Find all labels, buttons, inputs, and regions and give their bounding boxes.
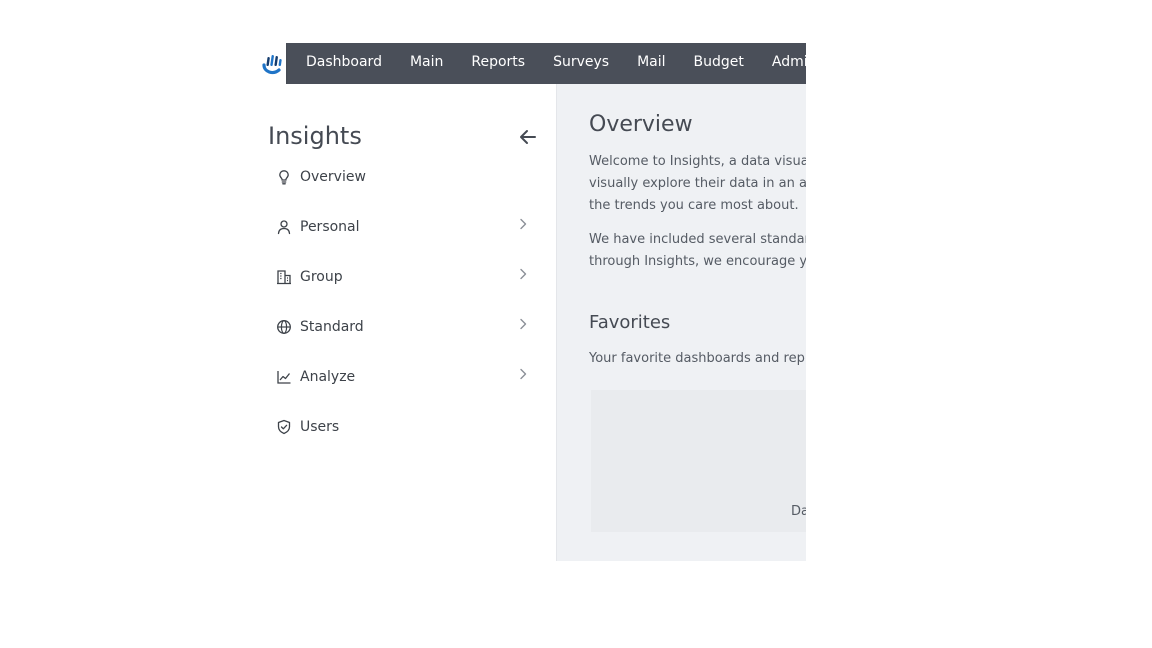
sidebar-menu: Overview Personal Group Standard Analyze… xyxy=(258,164,556,464)
page-title: Overview xyxy=(589,112,693,137)
sidebar: Insights Overview Personal Group Standar… xyxy=(258,84,557,561)
building-icon xyxy=(277,270,291,285)
nav-admin[interactable]: Admin xyxy=(758,43,806,84)
insights-hand-logo-icon xyxy=(262,54,282,74)
chevron-right-icon xyxy=(520,218,527,230)
chevron-right-icon xyxy=(520,268,527,280)
arrow-left-icon[interactable] xyxy=(518,127,538,147)
sidebar-item-label: Users xyxy=(300,419,340,435)
sidebar-item-label: Group xyxy=(300,269,343,285)
sidebar-item-users[interactable]: Users xyxy=(258,414,556,464)
globe-icon xyxy=(277,320,291,334)
nav-main[interactable]: Main xyxy=(396,43,457,84)
nav-budget[interactable]: Budget xyxy=(680,43,758,84)
sidebar-item-standard[interactable]: Standard xyxy=(258,314,556,364)
shield-check-icon xyxy=(277,419,291,435)
favorites-description: Your favorite dashboards and rep xyxy=(589,351,805,366)
sidebar-title: Insights xyxy=(268,122,362,150)
logo[interactable] xyxy=(258,43,286,84)
person-icon xyxy=(277,220,291,235)
intro-text-line: the trends you care most about. xyxy=(589,198,799,213)
sidebar-item-label: Standard xyxy=(300,319,364,335)
favorites-heading: Favorites xyxy=(589,312,671,333)
nav-surveys[interactable]: Surveys xyxy=(539,43,623,84)
top-nav-menu: Dashboard Main Reports Surveys Mail Budg… xyxy=(286,43,806,84)
sidebar-item-label: Personal xyxy=(300,219,360,235)
main-content: Overview Welcome to Insights, a data vis… xyxy=(557,84,806,561)
favorites-card[interactable]: Da xyxy=(591,390,806,532)
sidebar-item-analyze[interactable]: Analyze xyxy=(258,364,556,414)
info-text-line: We have included several standar xyxy=(589,232,806,247)
sidebar-item-label: Overview xyxy=(300,169,366,185)
favorites-card-text: Da xyxy=(791,504,806,519)
lightbulb-icon xyxy=(279,170,289,185)
app-window: Dashboard Main Reports Surveys Mail Budg… xyxy=(258,43,806,561)
top-navigation-bar: Dashboard Main Reports Surveys Mail Budg… xyxy=(258,43,806,84)
info-text-line: through Insights, we encourage y xyxy=(589,254,806,269)
nav-reports[interactable]: Reports xyxy=(457,43,539,84)
chevron-right-icon xyxy=(520,318,527,330)
sidebar-item-personal[interactable]: Personal xyxy=(258,214,556,264)
nav-mail[interactable]: Mail xyxy=(623,43,679,84)
sidebar-item-group[interactable]: Group xyxy=(258,264,556,314)
intro-text-line: Welcome to Insights, a data visua xyxy=(589,154,806,169)
sidebar-item-overview[interactable]: Overview xyxy=(258,164,556,214)
chevron-right-icon xyxy=(520,368,527,380)
sidebar-item-label: Analyze xyxy=(300,369,356,385)
line-chart-icon xyxy=(277,371,291,384)
nav-dashboard[interactable]: Dashboard xyxy=(292,43,396,84)
intro-text-line: visually explore their data in an a xyxy=(589,176,806,191)
